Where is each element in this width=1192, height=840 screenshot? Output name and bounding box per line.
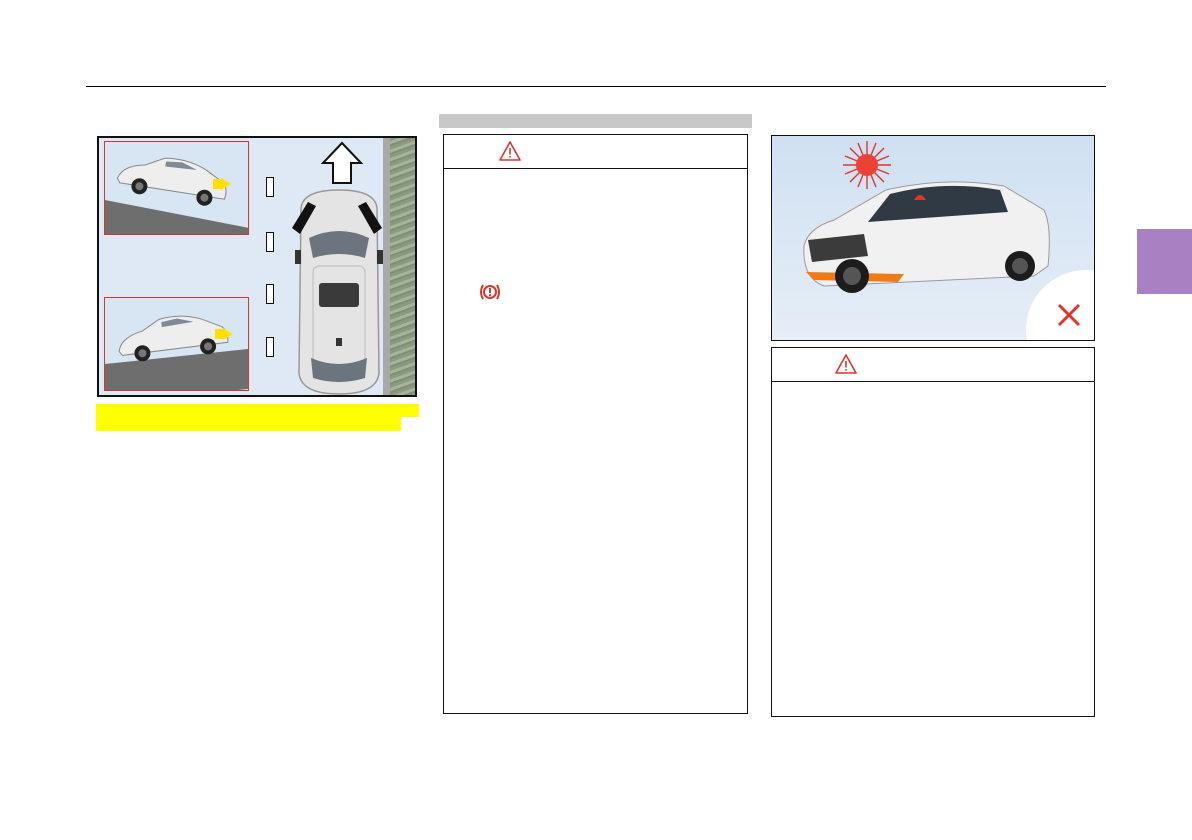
wheel-chock [292,202,382,234]
lane-marker [266,232,274,252]
car-photo [803,181,1050,293]
inset-uphill [104,141,249,235]
lane-marker [266,177,274,197]
warning-box-header [772,348,1094,382]
highlight-bar [96,417,401,431]
sun-parking-photo [771,135,1095,341]
car-downhill-image [118,315,233,362]
prohibited-x-icon [1057,303,1081,327]
highlight-bar [96,404,419,417]
parking-brake-warning-icon [480,284,500,300]
up-arrow-icon [321,141,363,184]
chapter-tab [1137,229,1192,294]
warning-box-header [444,135,747,169]
section-header-bar [439,114,752,128]
parking-slope-figure [97,136,417,397]
lane-marker [266,284,274,304]
warning-box [443,134,748,714]
lane-marker [266,337,274,357]
car-uphill-image [116,157,231,206]
inset-downhill [104,297,249,391]
warning-triangle-icon [499,141,521,161]
warning-triangle-icon [835,354,857,374]
grass-strip [390,138,415,395]
header-rule [86,86,1106,87]
warning-box [771,347,1095,717]
